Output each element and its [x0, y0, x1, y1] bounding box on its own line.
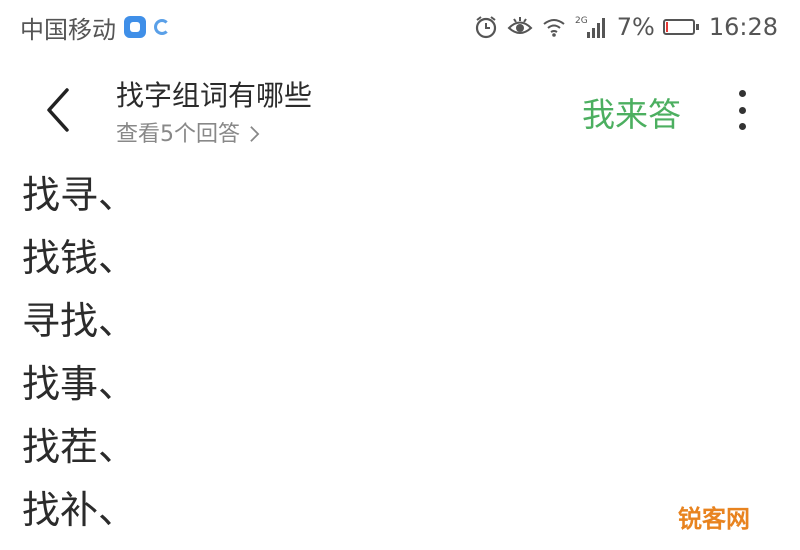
answer-line: 找补、	[22, 488, 137, 532]
answer-line: 找钱、	[22, 236, 137, 280]
answer-line: 找寻、	[22, 173, 137, 217]
wifi-icon	[541, 14, 567, 40]
battery-icon	[662, 19, 699, 35]
watermark: 锐客网	[674, 497, 754, 536]
signal-icon: 2G	[575, 14, 609, 40]
chevron-left-icon	[47, 88, 69, 132]
sync-icon	[154, 19, 170, 35]
view-answers-label: 查看5个回答	[116, 122, 240, 147]
status-right: 2G 7% 16:28	[473, 13, 778, 41]
battery-percent: 7%	[616, 13, 655, 41]
more-vertical-icon[interactable]	[728, 86, 756, 134]
title-bar: 找字组词有哪些 查看5个回答 我来答	[0, 62, 800, 158]
answer-line: 找事、	[22, 362, 137, 406]
eye-protection-icon	[507, 14, 533, 40]
app-notification-icon	[124, 16, 146, 38]
clock: 16:28	[708, 13, 778, 41]
back-button[interactable]	[32, 80, 82, 140]
battery-level-fill	[665, 22, 668, 32]
answer-line: 找茬、	[22, 425, 137, 469]
alarm-icon	[473, 14, 499, 40]
answer-button[interactable]: 我来答	[582, 88, 681, 136]
answer-line: 寻找、	[22, 299, 137, 343]
status-left: 中国移动	[20, 10, 170, 45]
question-title: 找字组词有哪些	[116, 79, 313, 112]
network-type-label: 2G	[575, 16, 588, 26]
carrier-name: 中国移动	[20, 15, 116, 44]
status-bar: 中国移动 2G 7% 16:28	[0, 0, 800, 54]
chevron-right-icon	[250, 126, 260, 142]
view-answers-link[interactable]: 查看5个回答	[116, 116, 260, 148]
answer-content: 找寻、 找钱、 寻找、 找事、 找茬、 找补、	[22, 168, 762, 546]
